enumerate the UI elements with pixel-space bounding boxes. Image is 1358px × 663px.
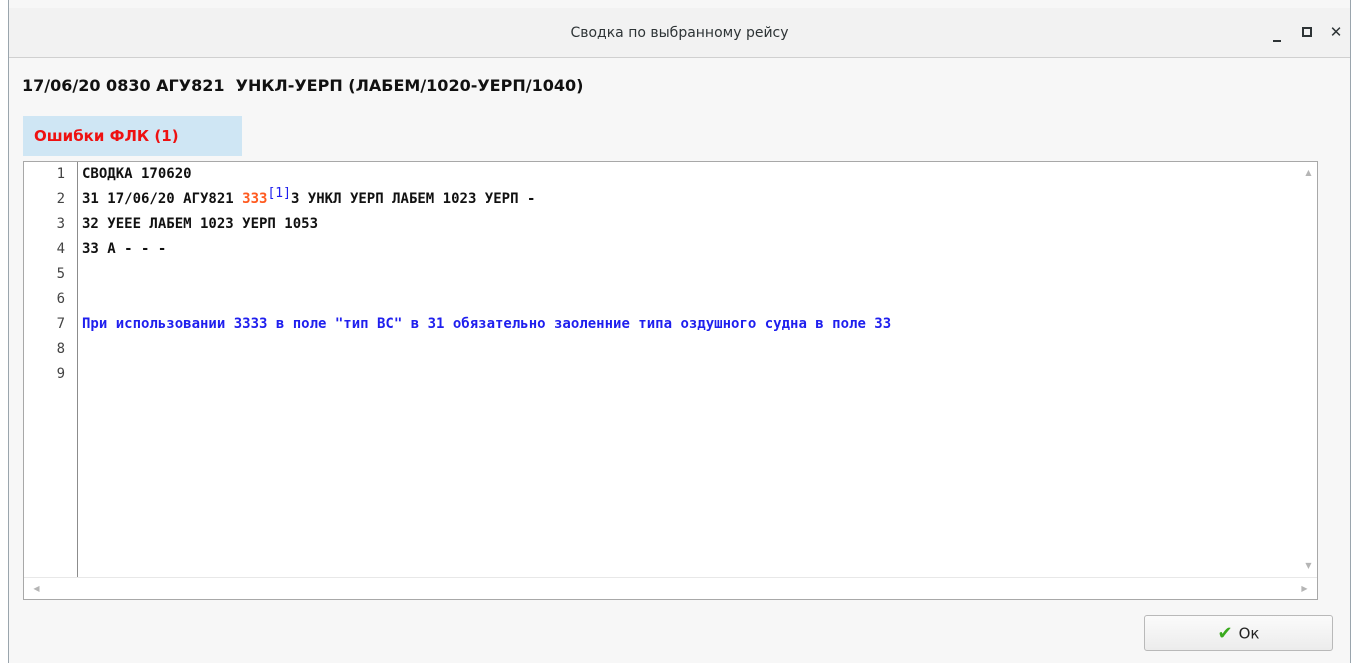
close-button[interactable]: ✕ [1323,18,1349,46]
close-icon: ✕ [1329,23,1343,41]
minimize-button[interactable] [1264,18,1290,46]
line-number: 8 [56,341,65,357]
scroll-right-arrow-icon[interactable]: ▶ [1296,580,1313,597]
flight-summary-header: 17/06/20 0830 АГУ821 УНКЛ-УЕРП (ЛАБЕМ/10… [22,76,584,95]
window-title: Сводка по выбранному рейсу [570,25,789,41]
code-line-3[interactable]: 32 УЕЕЕ ЛАБЕМ 1023 УЕРП 1053 [82,212,318,236]
minimize-icon [1273,40,1281,42]
code-line-2-prefix: 31 17/06/20 АГУ821 [82,191,243,207]
line-number-gutter: 1 2 3 4 5 6 7 8 9 [24,162,78,577]
line-number: 7 [56,316,65,332]
tab-flk-errors-label: Ошибки ФЛК (1) [34,127,179,145]
dialog-window: Сводка по выбранному рейсу ✕ 17/06/20 08… [0,0,1358,663]
title-bar[interactable]: Сводка по выбранному рейсу ✕ [9,8,1350,58]
background-right-edge [1350,0,1358,663]
code-line-2[interactable]: 31 17/06/20 АГУ821 333[1]З УНКЛ УЕРП ЛАБ… [82,186,536,211]
error-reference-link[interactable]: [1] [267,186,290,201]
ok-button-label: Ок [1238,624,1260,643]
line-number: 5 [56,266,65,282]
line-number: 9 [56,366,65,382]
line-number: 6 [56,291,65,307]
line-number: 1 [56,166,65,182]
code-line-4[interactable]: 33 А - - - [82,237,166,261]
maximize-button[interactable] [1294,18,1320,46]
error-highlight: 333 [242,191,268,207]
maximize-icon [1302,27,1312,37]
tab-flk-errors[interactable]: Ошибки ФЛК (1) [23,116,242,156]
line-number: 2 [56,191,65,207]
background-left-edge [0,0,9,663]
vertical-scrollbar[interactable]: ▲ ▼ [1300,162,1317,577]
line-number: 3 [56,216,65,232]
scroll-down-arrow-icon[interactable]: ▼ [1300,557,1317,574]
checkmark-icon: ✔ [1217,622,1233,644]
code-line-2-suffix: З УНКЛ УЕРП ЛАБЕМ 1023 УЕРП - [290,191,536,207]
horizontal-scrollbar[interactable]: ◀ ▶ [24,577,1317,599]
scroll-left-arrow-icon[interactable]: ◀ [28,580,45,597]
scroll-up-arrow-icon[interactable]: ▲ [1300,164,1317,181]
summary-text-editor[interactable]: 1 2 3 4 5 6 7 8 9 СВОДКА 170620 31 17/06… [23,161,1318,600]
ok-button[interactable]: ✔ Ок [1144,615,1333,651]
error-message-line[interactable]: При использовании 3333 в поле "тип ВС" в… [82,312,891,336]
line-number: 4 [56,241,65,257]
code-line-1[interactable]: СВОДКА 170620 [82,162,192,186]
